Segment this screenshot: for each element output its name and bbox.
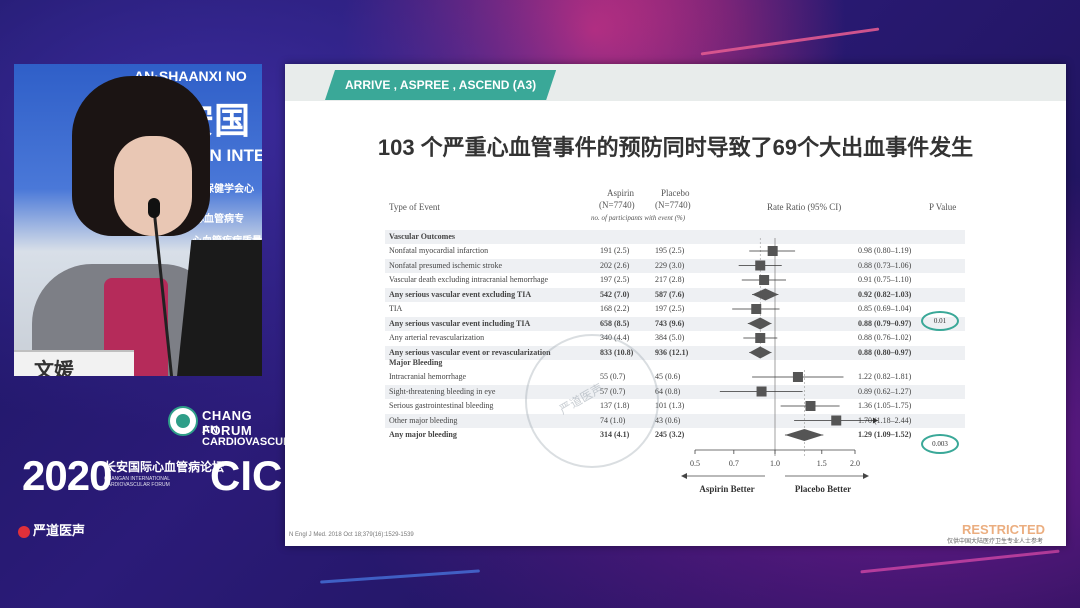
estimate-square (792, 372, 803, 382)
x-axis-tick-label: 0.7 (729, 459, 739, 468)
estimate-square (756, 386, 767, 397)
presentation-slide: ARRIVE , ASPREE , ASCEND (A3) 103 个严重心血管… (285, 64, 1066, 546)
arrow-left-icon (681, 473, 687, 479)
citation: N Engl J Med. 2018 Oct 18;379(16):1529-1… (289, 532, 414, 538)
restricted-label: RESTRICTED (962, 522, 1046, 537)
name-card: 文媛 (14, 350, 134, 376)
estimate-square (751, 304, 762, 314)
media-logo-text: 严道医声 (33, 523, 86, 538)
estimate-square (755, 333, 766, 343)
summary-diamond (752, 288, 779, 301)
estimate-square (831, 415, 842, 426)
decor-streak (320, 569, 480, 584)
decor-streak (700, 27, 880, 56)
forum-logo: CHANG FORUM AN CARDIOVASCULAR (168, 404, 306, 448)
name-card-text: 文媛 (34, 360, 74, 376)
watermark: 严道医声 (525, 334, 659, 468)
estimate-square (755, 260, 766, 271)
conference-subtitle: CHANGAN INTERNATIONAL CARDIOVASCULAR FOR… (104, 476, 170, 488)
estimate-square (805, 401, 816, 411)
estimate-square (767, 246, 778, 256)
x-axis-tick-label: 2.0 (850, 459, 860, 468)
conference-abbrev: CIC (210, 452, 283, 499)
footer-note: 仅供中国大陆医疗卫生专业人士参考 (947, 539, 1044, 545)
forest-table: Type of Event Aspirin (N=7740) Placebo (… (385, 184, 965, 514)
aspirin-better-label: Aspirin Better (699, 484, 754, 494)
laptop (176, 240, 262, 376)
summary-diamond (749, 346, 772, 359)
forum-emblem-icon (168, 406, 198, 436)
ci-arrow (872, 417, 878, 424)
watermark-text: 严道医声 (556, 380, 606, 417)
x-axis-tick-label: 1.5 (817, 459, 827, 468)
summary-diamond (784, 429, 824, 441)
x-axis-tick-label: 1.0 (770, 459, 780, 468)
estimate-square (759, 275, 770, 285)
forest-plot: 0.5 0.7 1.0 1.5 2.0 Aspirin Better Placebo Bet… (681, 238, 878, 494)
slide-tag: ARRIVE , ASPREE , ASCEND (A3) (325, 70, 556, 100)
media-logo: 严道医声 (18, 520, 85, 539)
x-axis-tick-label: 0.5 (690, 459, 700, 468)
slide-title: 103 个严重心血管事件的预防同时导致了69个大出血事件发生 (377, 135, 974, 160)
placebo-better-label: Placebo Better (795, 484, 851, 494)
conference-title: 长安国际心血管病论坛 (104, 460, 225, 474)
speaker-video: AN·SHAANXI NO 安国 GAN INTE 省保健学会心 医学会心血管病… (14, 64, 262, 376)
conference-year: 2020 (22, 452, 112, 499)
decor-streak (860, 549, 1060, 574)
microphone-icon (148, 198, 160, 218)
media-dot-icon (18, 525, 30, 538)
summary-diamond (747, 317, 772, 330)
arrow-right-icon (863, 473, 869, 479)
